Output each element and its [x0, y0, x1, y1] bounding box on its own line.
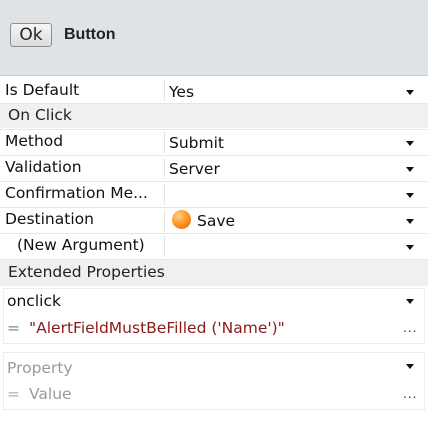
chevron-down-icon[interactable]	[406, 245, 414, 250]
is-default-value[interactable]: Yes	[169, 83, 194, 101]
property-name: Is Default	[5, 81, 80, 99]
equals-sign: =	[7, 319, 20, 337]
property-grid: Is Default Yes On Click Method Submit Va…	[0, 76, 428, 438]
column-divider	[164, 184, 165, 205]
row-divider	[0, 155, 428, 156]
section-header-extended-properties[interactable]: Extended Properties	[0, 260, 428, 286]
ok-button[interactable]: Ok	[10, 23, 52, 47]
property-value-placeholder[interactable]: Value	[29, 385, 72, 403]
equals-sign: =	[7, 385, 20, 403]
property-name: Destination	[5, 210, 94, 228]
row-divider	[0, 233, 428, 234]
property-name: (New Argument)	[17, 236, 145, 254]
row-divider	[0, 103, 428, 104]
property-name-placeholder[interactable]: Property	[7, 359, 73, 377]
section-title: On Click	[8, 106, 72, 124]
extended-property-expression[interactable]: "AlertFieldMustBeFilled ('Name')"	[29, 319, 285, 337]
section-header-on-click[interactable]: On Click	[0, 104, 428, 128]
section-title: Extended Properties	[8, 263, 165, 281]
row-divider	[0, 181, 428, 182]
chevron-down-icon[interactable]	[406, 219, 414, 224]
expression-editor-button[interactable]: ...	[403, 321, 417, 335]
row-divider	[0, 207, 428, 208]
chevron-down-icon[interactable]	[406, 141, 414, 146]
expression-editor-button[interactable]: ...	[403, 387, 417, 401]
property-row-validation[interactable]: Validation Server	[0, 156, 428, 181]
destination-label: Save	[197, 212, 236, 230]
chevron-down-icon[interactable]	[406, 193, 414, 198]
widget-header: Ok Button	[0, 0, 428, 76]
property-row-destination[interactable]: Destination Save	[0, 208, 428, 233]
extended-property-name[interactable]: onclick	[7, 292, 61, 310]
row-divider	[0, 259, 428, 260]
column-divider	[164, 236, 165, 257]
chevron-down-icon[interactable]	[406, 167, 414, 172]
column-divider	[164, 80, 165, 101]
chevron-down-icon[interactable]	[406, 364, 414, 369]
column-divider	[164, 158, 165, 179]
property-row-method[interactable]: Method Submit	[0, 130, 428, 155]
new-property-value-row[interactable]: = Value ...	[0, 383, 428, 407]
validation-value[interactable]: Server	[169, 160, 220, 178]
property-name: Confirmation Me...	[5, 184, 148, 202]
row-divider	[0, 129, 428, 130]
chevron-down-icon[interactable]	[406, 90, 414, 95]
widget-title: Button	[64, 26, 116, 43]
extended-property-value-row[interactable]: = "AlertFieldMustBeFilled ('Name')" ...	[0, 317, 428, 341]
method-value[interactable]: Submit	[169, 134, 224, 152]
column-divider	[164, 210, 165, 231]
chevron-down-icon[interactable]	[406, 299, 414, 304]
property-row-is-default[interactable]: Is Default Yes	[0, 78, 428, 103]
column-divider	[164, 132, 165, 153]
extended-property-name-row[interactable]: onclick	[0, 290, 428, 314]
property-row-new-argument[interactable]: (New Argument)	[0, 234, 428, 259]
property-row-confirmation-message[interactable]: Confirmation Me...	[0, 182, 428, 207]
orange-orb-icon	[172, 210, 191, 229]
destination-value[interactable]: Save	[172, 210, 235, 230]
property-name: Validation	[5, 158, 82, 176]
property-name: Method	[5, 132, 64, 150]
new-property-name-row[interactable]: Property	[0, 357, 428, 381]
